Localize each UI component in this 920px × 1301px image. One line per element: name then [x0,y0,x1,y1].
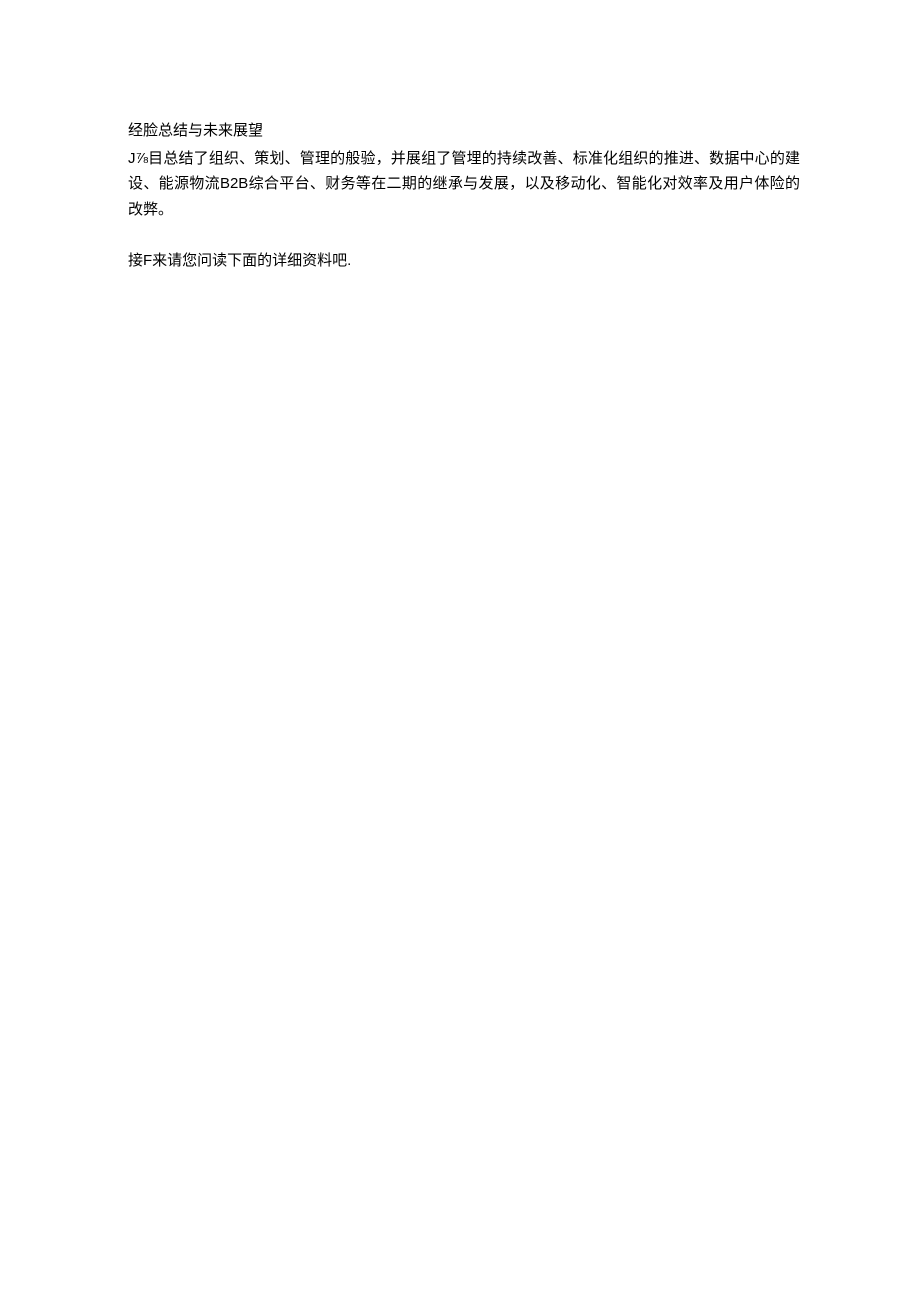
paragraph-spacer [128,224,800,248]
section-heading: 经脸总结与未来展望 [128,118,800,144]
body-paragraph-1: J⅞目总结了组织、策划、管理的般验，并展组了管埋的持续改善、标准化组织的推进、数… [128,146,800,223]
body-paragraph-2: 接F来请您问读下面的详细资料吧. [128,248,800,274]
